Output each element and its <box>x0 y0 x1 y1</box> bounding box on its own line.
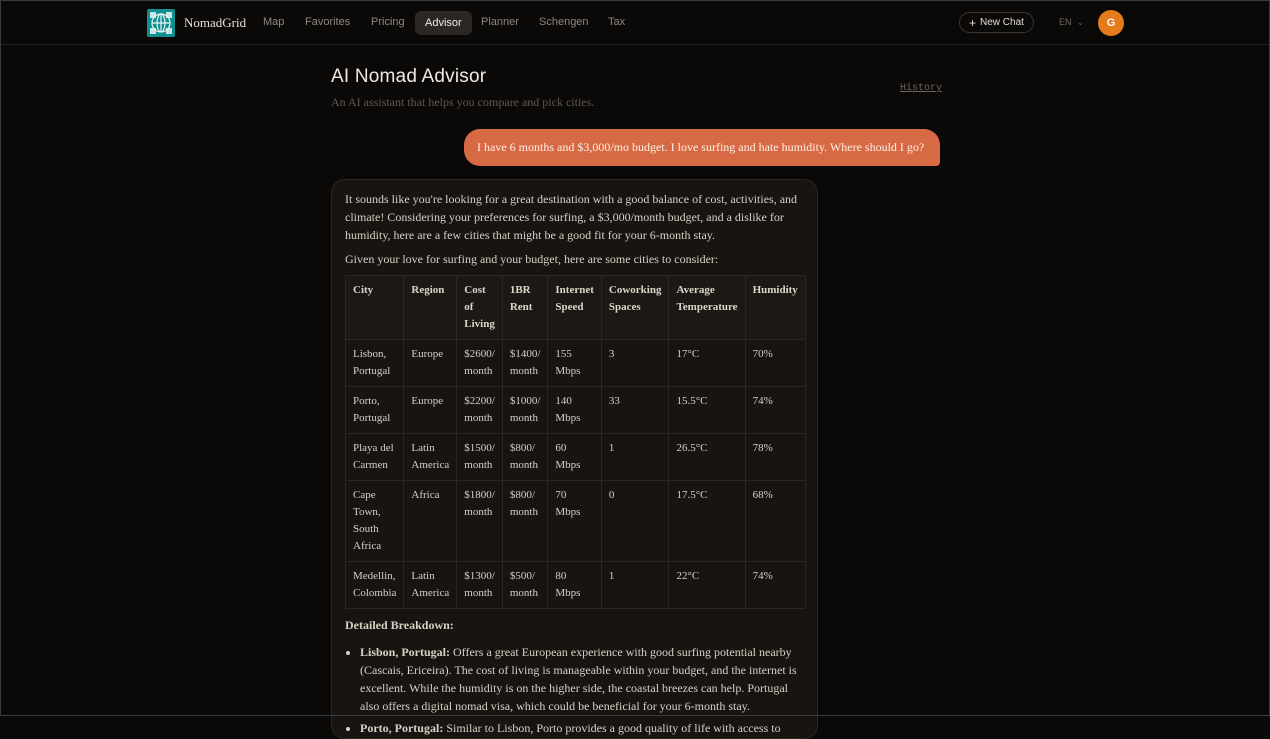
page-subtitle: An AI assistant that helps you compare a… <box>331 95 595 109</box>
list-item: Porto, Portugal: Similar to Lisbon, Port… <box>360 719 804 737</box>
table-cell: $1500/ month <box>456 433 503 481</box>
user-message-bubble: I have 6 months and $3,000/mo budget. I … <box>464 129 940 166</box>
table-cell: Latin America <box>403 561 458 609</box>
table-row: Porto, Portugal Europe $2200/ month $100… <box>344 386 806 434</box>
table-cell: 17.5°C <box>668 480 746 562</box>
table-cell: 70% <box>744 339 806 387</box>
table-row: Lisbon, Portugal Europe $2600/ month $14… <box>344 339 806 387</box>
top-nav: NomadGrid Map Favorites Pricing Advisor … <box>0 0 1270 45</box>
table-cell: 33 <box>600 386 670 434</box>
table-cell: Europe <box>403 386 458 434</box>
brand-name[interactable]: NomadGrid <box>184 15 246 31</box>
table-cell: $800/ month <box>501 480 549 562</box>
table-cell: 60 Mbps <box>547 433 602 481</box>
nav-link-favorites[interactable]: Favorites <box>305 16 350 28</box>
table-cell: 74% <box>744 561 806 609</box>
table-cell: Cape Town, South Africa <box>344 480 405 562</box>
column-header-humidity: Humidity <box>744 275 806 340</box>
nav-link-map[interactable]: Map <box>263 16 284 28</box>
table-cell: $1300/ month <box>456 561 503 609</box>
table-cell: 74% <box>744 386 806 434</box>
assistant-intro: It sounds like you're looking for a grea… <box>345 192 798 242</box>
nav-link-planner[interactable]: Planner <box>481 16 519 28</box>
table-cell: Porto, Portugal <box>344 386 405 434</box>
table-cell: 78% <box>744 433 806 481</box>
history-link[interactable]: History <box>900 83 942 94</box>
table-row: Cape Town, South Africa Africa $1800/ mo… <box>344 480 806 562</box>
table-cell: $500/ month <box>501 561 549 609</box>
table-cell: 26.5°C <box>668 433 746 481</box>
chevron-down-icon: ⌄ <box>1077 18 1084 27</box>
table-row: Playa del Carmen Latin America $1500/ mo… <box>344 433 806 481</box>
page-title: AI Nomad Advisor <box>331 66 487 87</box>
table-cell: $1800/ month <box>456 480 503 562</box>
table-cell: 155 Mbps <box>547 339 602 387</box>
table-cell: 22°C <box>668 561 746 609</box>
nav-link-pricing[interactable]: Pricing <box>371 16 405 28</box>
table-cell: 17°C <box>668 339 746 387</box>
table-cell: 80 Mbps <box>547 561 602 609</box>
nav-link-schengen[interactable]: Schengen <box>539 16 589 28</box>
table-cell: $2600/ month <box>456 339 503 387</box>
user-message-text: I have 6 months and $3,000/mo budget. I … <box>477 140 925 154</box>
assistant-lead: Given your love for surfing and your bud… <box>345 252 719 266</box>
city-comparison-table: City Region Cost of Living 1BR Rent Inte… <box>344 275 806 609</box>
table-cell: 1 <box>600 561 670 609</box>
assistant-message-card: It sounds like you're looking for a grea… <box>331 179 818 739</box>
language-select[interactable]: EN ⌄ <box>1059 17 1084 27</box>
column-header-rent: 1BR Rent <box>501 275 549 340</box>
column-header-cost: Cost of Living <box>456 275 503 340</box>
table-header-row: City Region Cost of Living 1BR Rent Inte… <box>344 275 806 340</box>
new-chat-label: New Chat <box>980 17 1024 28</box>
table-cell: 3 <box>600 339 670 387</box>
list-item-title: Porto, Portugal: <box>360 721 444 735</box>
table-cell: 70 Mbps <box>547 480 602 562</box>
table-cell: Europe <box>403 339 458 387</box>
table-cell: $2200/ month <box>456 386 503 434</box>
nav-link-tax[interactable]: Tax <box>608 16 625 28</box>
table-cell: $800/ month <box>501 433 549 481</box>
table-cell: Lisbon, Portugal <box>344 339 405 387</box>
globe-logo-icon[interactable] <box>147 9 175 37</box>
plus-icon: + <box>969 15 977 30</box>
breakdown-heading: Detailed Breakdown: <box>345 618 454 632</box>
user-avatar[interactable]: G <box>1098 10 1124 36</box>
column-header-temperature: Average Temperature <box>668 275 746 340</box>
list-item-text: Similar to Lisbon, Porto provides a good… <box>443 721 781 735</box>
table-cell: 0 <box>600 480 670 562</box>
list-item: Lisbon, Portugal: Offers a great Europea… <box>360 643 804 715</box>
column-header-coworking: Coworking Spaces <box>600 275 670 340</box>
table-cell: Medellin, Colombia <box>344 561 405 609</box>
table-row: Medellin, Colombia Latin America $1300/ … <box>344 561 806 609</box>
table-cell: 140 Mbps <box>547 386 602 434</box>
table-cell: 15.5°C <box>668 386 746 434</box>
table-cell: Africa <box>403 480 458 562</box>
table-cell: 1 <box>600 433 670 481</box>
nav-link-advisor[interactable]: Advisor <box>415 11 472 35</box>
language-label: EN <box>1059 17 1072 27</box>
new-chat-button[interactable]: + New Chat <box>959 12 1034 33</box>
table-cell: $1400/ month <box>501 339 549 387</box>
table-cell: Playa del Carmen <box>344 433 405 481</box>
column-header-region: Region <box>403 275 458 340</box>
table-cell: 68% <box>744 480 806 562</box>
column-header-city: City <box>344 275 405 340</box>
breakdown-list: Lisbon, Portugal: Offers a great Europea… <box>345 643 804 737</box>
list-item-title: Lisbon, Portugal: <box>360 645 451 659</box>
table-cell: $1000/ month <box>501 386 549 434</box>
column-header-internet: Internet Speed <box>547 275 602 340</box>
table-cell: Latin America <box>403 433 458 481</box>
